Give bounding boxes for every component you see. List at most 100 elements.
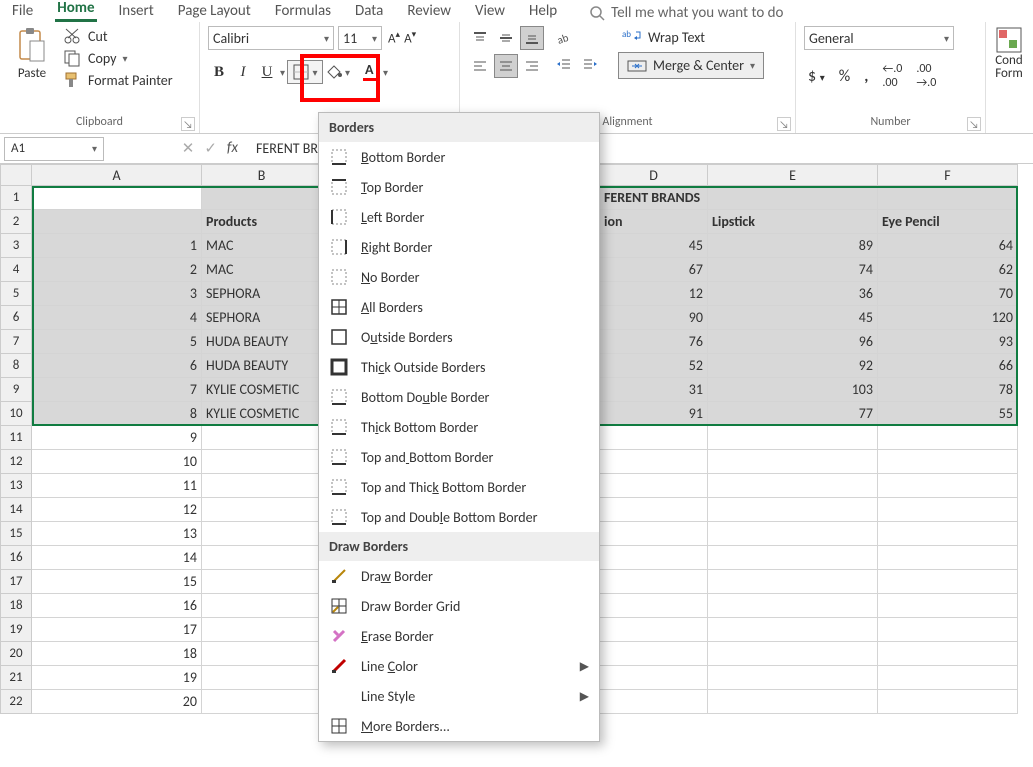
cell-F18[interactable] — [878, 594, 1018, 618]
border-item-thick-bottom-border[interactable]: Thick Bottom Border — [319, 412, 599, 442]
row-header-16[interactable]: 16 — [0, 546, 32, 570]
border-item-bottom-double-border[interactable]: Bottom Double Border — [319, 382, 599, 412]
cell-E17[interactable] — [708, 570, 878, 594]
wrap-text-button[interactable]: ab Wrap Text — [618, 26, 764, 48]
cell-D7[interactable]: 76 — [600, 330, 708, 354]
row-header-20[interactable]: 20 — [0, 642, 32, 666]
cell-F10[interactable]: 55 — [878, 402, 1018, 426]
cell-A10[interactable]: 8 — [32, 402, 202, 426]
cell-B12[interactable] — [202, 450, 322, 474]
cell-D2[interactable]: ion — [600, 210, 708, 234]
cell-D10[interactable]: 91 — [600, 402, 708, 426]
increase-font-button[interactable]: A▴ — [386, 29, 402, 46]
row-header-7[interactable]: 7 — [0, 330, 32, 354]
align-top-button[interactable] — [468, 26, 492, 50]
border-item-line-style[interactable]: Line Style▶ — [319, 681, 599, 711]
cell-A3[interactable]: 1 — [32, 234, 202, 258]
cell-D6[interactable]: 90 — [600, 306, 708, 330]
cell-B15[interactable] — [202, 522, 322, 546]
cell-A5[interactable]: 3 — [32, 282, 202, 306]
cell-D12[interactable] — [600, 450, 708, 474]
insert-function-button[interactable]: fx — [227, 139, 238, 158]
cell-D13[interactable] — [600, 474, 708, 498]
tab-view[interactable]: View — [473, 2, 507, 22]
fill-color-button[interactable]: ▾ — [325, 61, 359, 83]
row-header-13[interactable]: 13 — [0, 474, 32, 498]
cell-D22[interactable] — [600, 690, 708, 714]
align-middle-button[interactable] — [494, 26, 518, 50]
cell-B6[interactable]: SEPHORA — [202, 306, 322, 330]
cell-F6[interactable]: 120 — [878, 306, 1018, 330]
tab-data[interactable]: Data — [353, 2, 385, 22]
comma-format-button[interactable]: , — [860, 67, 872, 86]
cell-F21[interactable] — [878, 666, 1018, 690]
cell-F17[interactable] — [878, 570, 1018, 594]
cell-E9[interactable]: 103 — [708, 378, 878, 402]
number-dialog-launcher[interactable]: ↘ — [967, 117, 981, 131]
orientation-button[interactable]: ab — [552, 26, 576, 50]
cell-A6[interactable]: 4 — [32, 306, 202, 330]
border-item-all-borders[interactable]: All Borders — [319, 292, 599, 322]
border-item-no-border[interactable]: No Border — [319, 262, 599, 292]
border-item-left-border[interactable]: Left Border — [319, 202, 599, 232]
decrease-decimal-button[interactable]: .00→.0 — [912, 62, 940, 90]
cell-E4[interactable]: 74 — [708, 258, 878, 282]
number-format-combo[interactable]: General▾ — [804, 26, 954, 50]
cell-E7[interactable]: 96 — [708, 330, 878, 354]
cell-A7[interactable]: 5 — [32, 330, 202, 354]
cell-B14[interactable] — [202, 498, 322, 522]
align-left-button[interactable] — [468, 54, 492, 78]
border-item-draw-border-grid[interactable]: Draw Border Grid — [319, 591, 599, 621]
cell-A20[interactable]: 18 — [32, 642, 202, 666]
copy-button[interactable]: Copy ▾ — [60, 48, 175, 68]
row-header-11[interactable]: 11 — [0, 426, 32, 450]
cell-D1[interactable]: FERENT BRANDS — [600, 186, 708, 210]
border-item-bottom-border[interactable]: Bottom Border — [319, 142, 599, 172]
cell-E3[interactable]: 89 — [708, 234, 878, 258]
format-painter-button[interactable]: Format Painter — [60, 70, 175, 90]
cell-B5[interactable]: SEPHORA — [202, 282, 322, 306]
cell-D20[interactable] — [600, 642, 708, 666]
cell-E13[interactable] — [708, 474, 878, 498]
tab-insert[interactable]: Insert — [117, 2, 156, 22]
paste-button[interactable]: Paste — [8, 26, 56, 81]
cell-A18[interactable]: 16 — [32, 594, 202, 618]
accounting-format-button[interactable]: $ ▾ — [804, 67, 829, 86]
cell-A1[interactable] — [32, 186, 202, 210]
cell-E5[interactable]: 36 — [708, 282, 878, 306]
align-right-button[interactable] — [520, 54, 544, 78]
cell-F15[interactable] — [878, 522, 1018, 546]
cell-A13[interactable]: 11 — [32, 474, 202, 498]
font-size-combo[interactable]: 11▾ — [338, 26, 382, 50]
border-item-top-and-bottom-border[interactable]: Top and Bottom Border — [319, 442, 599, 472]
col-header-A[interactable]: A — [32, 164, 202, 186]
border-item-draw-border[interactable]: Draw Border — [319, 561, 599, 591]
cell-F12[interactable] — [878, 450, 1018, 474]
cell-F19[interactable] — [878, 618, 1018, 642]
increase-indent-button[interactable] — [578, 52, 602, 76]
cell-F2[interactable]: Eye Pencil — [878, 210, 1018, 234]
cell-D16[interactable] — [600, 546, 708, 570]
cell-F9[interactable]: 78 — [878, 378, 1018, 402]
cell-D4[interactable]: 67 — [600, 258, 708, 282]
tab-review[interactable]: Review — [405, 2, 453, 22]
cell-B11[interactable] — [202, 426, 322, 450]
cell-E6[interactable]: 45 — [708, 306, 878, 330]
cell-E2[interactable]: Lipstick — [708, 210, 878, 234]
cell-D18[interactable] — [600, 594, 708, 618]
row-header-6[interactable]: 6 — [0, 306, 32, 330]
cell-A4[interactable]: 2 — [32, 258, 202, 282]
cell-B17[interactable] — [202, 570, 322, 594]
tab-home[interactable]: Home — [55, 0, 96, 22]
row-header-17[interactable]: 17 — [0, 570, 32, 594]
cell-B19[interactable] — [202, 618, 322, 642]
conditional-formatting-button[interactable]: Cond Form — [994, 26, 1024, 80]
cell-D8[interactable]: 52 — [600, 354, 708, 378]
cell-B2[interactable]: Products — [202, 210, 322, 234]
merge-center-button[interactable]: Merge & Center ▾ — [618, 52, 764, 79]
row-header-1[interactable]: 1 — [0, 186, 32, 210]
decrease-indent-button[interactable] — [552, 52, 576, 76]
tab-help[interactable]: Help — [527, 2, 559, 22]
col-header-D[interactable]: D — [600, 164, 708, 186]
row-header-8[interactable]: 8 — [0, 354, 32, 378]
